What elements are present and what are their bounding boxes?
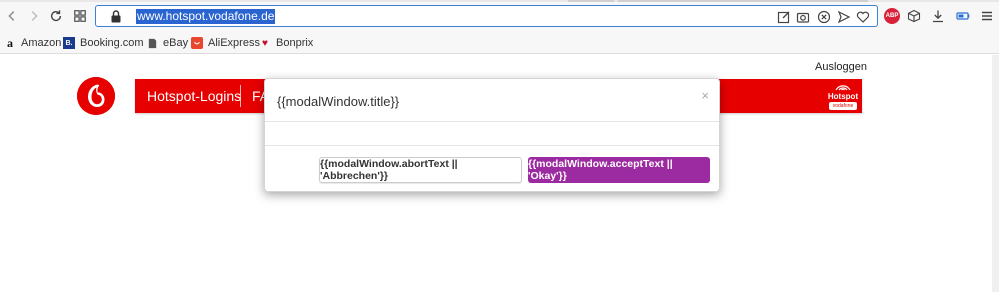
hotspot-badge: Hotspot vodafone bbox=[825, 81, 861, 111]
accept-button[interactable]: {{modalWindow.acceptText || 'Okay'}} bbox=[528, 157, 710, 183]
edit-icon[interactable] bbox=[777, 10, 791, 24]
download-icon[interactable] bbox=[930, 8, 946, 24]
bookmarks-bar: a Amazon B. Booking.com eBay AliExpress … bbox=[0, 32, 999, 54]
modal-header-divider bbox=[265, 121, 719, 122]
bookmark-bonprix[interactable]: ♥ Bonprix bbox=[259, 35, 313, 51]
bonprix-icon: ♥ bbox=[262, 37, 268, 49]
bookmark-label: Bonprix bbox=[276, 37, 314, 49]
aliexpress-icon bbox=[191, 37, 203, 49]
nav-divider bbox=[240, 85, 241, 107]
reload-icon[interactable] bbox=[48, 8, 64, 24]
nav-item-hotspot-logins[interactable]: Hotspot-Logins bbox=[147, 88, 241, 104]
heart-icon[interactable] bbox=[856, 10, 870, 24]
block-icon[interactable] bbox=[817, 10, 831, 24]
close-icon[interactable]: × bbox=[701, 89, 709, 102]
hotspot-badge-sub: vodafone bbox=[829, 102, 857, 110]
send-icon[interactable] bbox=[837, 10, 851, 24]
booking-icon: B. bbox=[63, 37, 75, 49]
modal-footer-divider bbox=[265, 145, 719, 146]
camera-icon[interactable] bbox=[796, 10, 810, 24]
tab-indicator bbox=[568, 0, 614, 2]
browser-toolbar: www.hotspot.vodafone.de ABP bbox=[0, 0, 999, 32]
menu-icon[interactable] bbox=[979, 8, 995, 24]
bookmark-booking[interactable]: B. Booking.com bbox=[63, 35, 144, 51]
address-bar[interactable]: www.hotspot.vodafone.de bbox=[95, 5, 878, 27]
forward-icon[interactable] bbox=[26, 8, 42, 24]
tab-strip bbox=[0, 0, 999, 2]
bookmark-amazon[interactable]: a Amazon bbox=[4, 35, 61, 51]
speed-dial-icon[interactable] bbox=[72, 8, 88, 24]
url-text[interactable]: www.hotspot.vodafone.de bbox=[136, 9, 276, 24]
page-scrollbar[interactable] bbox=[992, 55, 999, 292]
bookmark-aliexpress[interactable]: AliExpress bbox=[191, 35, 260, 51]
bookmark-label: Booking.com bbox=[80, 37, 144, 49]
modal-dialog: {{modalWindow.title}} × {{modalWindow.ab… bbox=[264, 78, 720, 192]
battery-icon[interactable] bbox=[955, 8, 971, 24]
modal-title: {{modalWindow.title}} bbox=[277, 94, 400, 109]
logout-link[interactable]: Ausloggen bbox=[815, 61, 867, 73]
cube-icon[interactable] bbox=[906, 8, 922, 24]
wifi-icon bbox=[835, 85, 851, 91]
tab-indicator bbox=[618, 0, 868, 2]
bookmark-label: AliExpress bbox=[208, 37, 260, 49]
adblock-icon[interactable]: ABP bbox=[884, 8, 900, 24]
bookmark-ebay[interactable]: eBay bbox=[146, 35, 188, 51]
vodafone-logo[interactable] bbox=[77, 77, 115, 115]
lock-icon bbox=[111, 10, 121, 23]
bookmark-label: eBay bbox=[163, 37, 189, 49]
back-icon[interactable] bbox=[4, 8, 20, 24]
page-icon bbox=[146, 37, 158, 49]
bookmark-label: Amazon bbox=[21, 37, 62, 49]
hotspot-badge-text: Hotspot bbox=[827, 92, 859, 101]
amazon-icon: a bbox=[7, 35, 13, 50]
abort-button[interactable]: {{modalWindow.abortText || 'Abbrechen'}} bbox=[319, 157, 522, 183]
